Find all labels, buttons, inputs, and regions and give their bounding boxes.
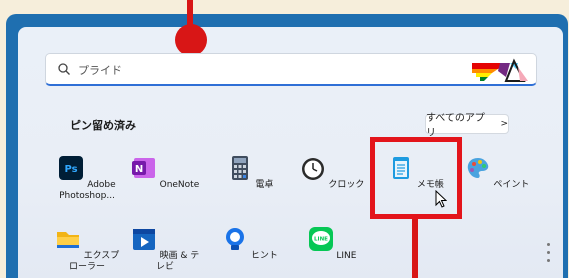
svg-text:LINE: LINE [314, 237, 328, 243]
callout-dot [175, 24, 207, 56]
app-label: Adobe Photoshop... [59, 180, 116, 201]
clock-icon [301, 158, 324, 180]
app-label: 映画 & テレビ [155, 251, 200, 272]
chevron-right-icon: > [500, 119, 508, 129]
search-icon [58, 63, 70, 75]
svg-text:Ps: Ps [65, 164, 78, 175]
notepad-highlight-box [370, 137, 462, 219]
app-clock[interactable]: クロック [297, 155, 367, 191]
onenote-icon: N [131, 158, 155, 178]
app-label: ペイント [493, 180, 530, 190]
callout-line-bottom [412, 219, 418, 278]
app-label: ヒント [250, 251, 278, 261]
all-apps-button[interactable]: すべてのアプリ > [425, 113, 509, 139]
app-label: OneNote [159, 180, 200, 190]
app-photoshop[interactable]: Ps Adobe Photoshop... [52, 155, 122, 202]
search-input[interactable]: プライド [78, 62, 122, 78]
all-apps-label: すべてのアプリ [426, 113, 485, 139]
photoshop-icon: Ps [59, 156, 84, 180]
more-pages-indicator[interactable] [547, 243, 551, 267]
folder-icon [56, 232, 79, 248]
app-line[interactable]: LINE LINE [297, 226, 367, 262]
search-box[interactable]: プライド [45, 53, 537, 86]
movies-tv-icon [132, 229, 155, 250]
app-paint[interactable]: ペイント [462, 155, 532, 191]
lightbulb-icon [226, 228, 245, 250]
calculator-icon [231, 156, 248, 180]
line-icon: LINE [308, 227, 333, 251]
paint-icon [467, 158, 488, 178]
app-label: クロック [328, 180, 365, 190]
app-label: エクスプローラー [68, 251, 120, 272]
svg-text:N: N [135, 164, 143, 175]
app-explorer[interactable]: エクスプローラー [52, 226, 122, 273]
app-label: 電卓 [255, 180, 274, 190]
pinned-title: ピン留め済み [70, 119, 136, 132]
app-movies-tv[interactable]: 映画 & テレビ [130, 226, 200, 273]
app-label: LINE [336, 251, 357, 261]
app-onenote[interactable]: N OneNote [130, 155, 200, 191]
app-calculator[interactable]: 電卓 [215, 155, 285, 191]
app-tips[interactable]: ヒント [215, 226, 285, 262]
pride-flag-icon [470, 57, 532, 83]
